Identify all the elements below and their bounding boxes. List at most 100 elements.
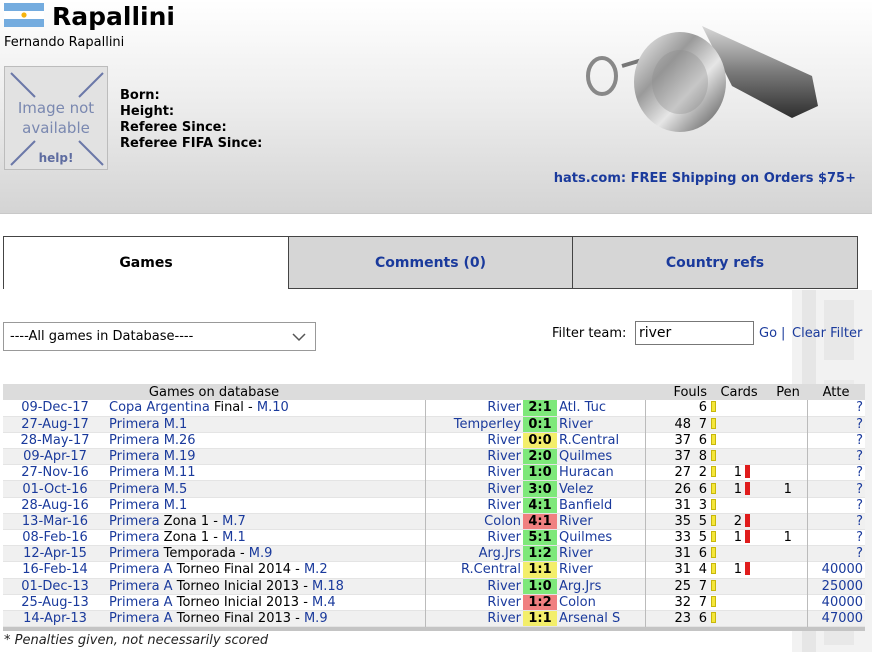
competition-link[interactable]: Primera [109,449,160,464]
tab-country-refs[interactable]: Country refs [572,236,858,289]
away-team-link[interactable]: River [557,416,645,432]
attendance-link[interactable]: ? [806,400,866,417]
home-team-link[interactable]: River [424,594,524,611]
score-link[interactable]: 2:0 [523,448,558,465]
score-link[interactable]: 4:1 [523,497,558,514]
home-team-link[interactable]: Arg.Jrs [424,545,524,562]
away-team-link[interactable]: Banfield [557,497,645,513]
home-team-link[interactable]: River [424,400,524,417]
promo-link[interactable]: hats.com: FREE Shipping on Orders $75+ [554,171,856,186]
home-team-link[interactable]: River [424,464,524,481]
away-team-link[interactable]: Colon [557,594,645,610]
away-team-link[interactable]: Huracan [557,465,645,481]
attendance-link[interactable]: 40000 [806,561,866,579]
home-team-link[interactable]: River [424,578,524,595]
game-date-link[interactable]: 12-Apr-15 [3,546,107,562]
score-link[interactable]: 4:1 [523,513,558,530]
away-team-link[interactable]: River [557,513,645,529]
round-link[interactable]: M.11 [164,465,196,480]
games-filter-select[interactable]: ----All games in Database---- [3,322,316,351]
game-date-link[interactable]: 16-Feb-14 [3,562,107,578]
home-team-link[interactable]: River [424,610,524,627]
score-link[interactable]: 1:2 [523,545,558,562]
game-date-link[interactable]: 28-May-17 [3,432,107,448]
attendance-link[interactable]: ? [806,416,866,433]
competition-link[interactable]: Primera A [109,579,173,594]
round-link[interactable]: M.19 [164,449,196,464]
score-link[interactable]: 0:1 [523,416,558,433]
away-team-link[interactable]: R.Central [557,432,645,448]
home-team-link[interactable]: River [424,529,524,546]
tab-comments[interactable]: Comments (0) [288,236,573,289]
competition-link[interactable]: Copa Argentina [109,400,210,415]
away-team-link[interactable]: Atl. Tuc [557,400,645,416]
round-link[interactable]: M.1 [222,530,246,545]
attendance-link[interactable]: ? [806,513,866,530]
game-date-link[interactable]: 27-Nov-16 [3,465,107,481]
attendance-link[interactable]: ? [806,464,866,481]
round-link[interactable]: M.5 [164,482,188,497]
attendance-link[interactable]: ? [806,529,866,546]
image-not-available-placeholder[interactable]: Image not available help! [4,66,108,170]
away-team-link[interactable]: Velez [557,481,645,497]
attendance-link[interactable]: ? [806,432,866,449]
competition-link[interactable]: Primera [109,498,160,513]
help-link[interactable]: help! [5,151,107,165]
game-date-link[interactable]: 01-Dec-13 [3,578,107,594]
attendance-link[interactable]: ? [806,448,866,465]
round-link[interactable]: M.18 [312,579,344,594]
home-team-link[interactable]: River [424,432,524,449]
competition-link[interactable]: Primera A [109,562,173,577]
competition-link[interactable]: Primera [109,465,160,480]
score-link[interactable]: 1:1 [523,561,558,579]
round-link[interactable]: M.4 [312,595,336,610]
home-team-link[interactable]: River [424,497,524,514]
away-team-link[interactable]: Arsenal S [557,610,645,626]
competition-link[interactable]: Primera [109,482,160,497]
home-team-link[interactable]: Temperley [424,416,524,433]
home-team-link[interactable]: R.Central [424,561,524,579]
attendance-link[interactable]: ? [806,545,866,562]
game-date-link[interactable]: 01-Oct-16 [3,481,107,497]
score-link[interactable]: 1:1 [523,610,558,627]
away-team-link[interactable]: River [557,562,645,578]
game-date-link[interactable]: 09-Apr-17 [3,449,107,465]
competition-link[interactable]: Primera [109,530,160,545]
competition-link[interactable]: Primera [109,417,160,432]
round-link[interactable]: M.7 [222,514,246,529]
competition-link[interactable]: Primera [109,433,160,448]
home-team-link[interactable]: Colon [424,513,524,530]
score-link[interactable]: 5:1 [523,529,558,546]
round-link[interactable]: M.1 [164,417,188,432]
filter-team-input[interactable] [635,321,754,345]
whistle-ad-image[interactable] [582,6,830,146]
home-team-link[interactable]: River [424,480,524,498]
round-link[interactable]: M.1 [164,498,188,513]
score-link[interactable]: 0:0 [523,432,558,449]
away-team-link[interactable]: Quilmes [557,530,645,546]
attendance-link[interactable]: 47000 [806,610,866,627]
attendance-link[interactable]: 40000 [806,594,866,611]
game-date-link[interactable]: 27-Aug-17 [3,416,107,432]
clear-filter-link[interactable]: Clear Filter [792,326,862,341]
attendance-link[interactable]: ? [806,497,866,514]
round-link[interactable]: M.9 [304,611,328,626]
game-date-link[interactable]: 14-Apr-13 [3,610,107,626]
away-team-link[interactable]: Arg.Jrs [557,578,645,594]
game-date-link[interactable]: 13-Mar-16 [3,513,107,529]
score-link[interactable]: 1:0 [523,578,558,595]
competition-link[interactable]: Primera A [109,611,173,626]
round-link[interactable]: M.2 [304,562,328,577]
score-link[interactable]: 1:0 [523,464,558,481]
game-date-link[interactable]: 28-Aug-16 [3,497,107,513]
game-date-link[interactable]: 08-Feb-16 [3,530,107,546]
round-link[interactable]: M.9 [249,546,273,561]
round-link[interactable]: M.26 [164,433,196,448]
score-link[interactable]: 2:1 [523,400,558,417]
competition-link[interactable]: Primera [109,514,160,529]
score-link[interactable]: 3:0 [523,480,558,498]
attendance-link[interactable]: ? [806,480,866,498]
attendance-link[interactable]: 25000 [806,578,866,595]
home-team-link[interactable]: River [424,448,524,465]
game-date-link[interactable]: 25-Aug-13 [3,594,107,610]
